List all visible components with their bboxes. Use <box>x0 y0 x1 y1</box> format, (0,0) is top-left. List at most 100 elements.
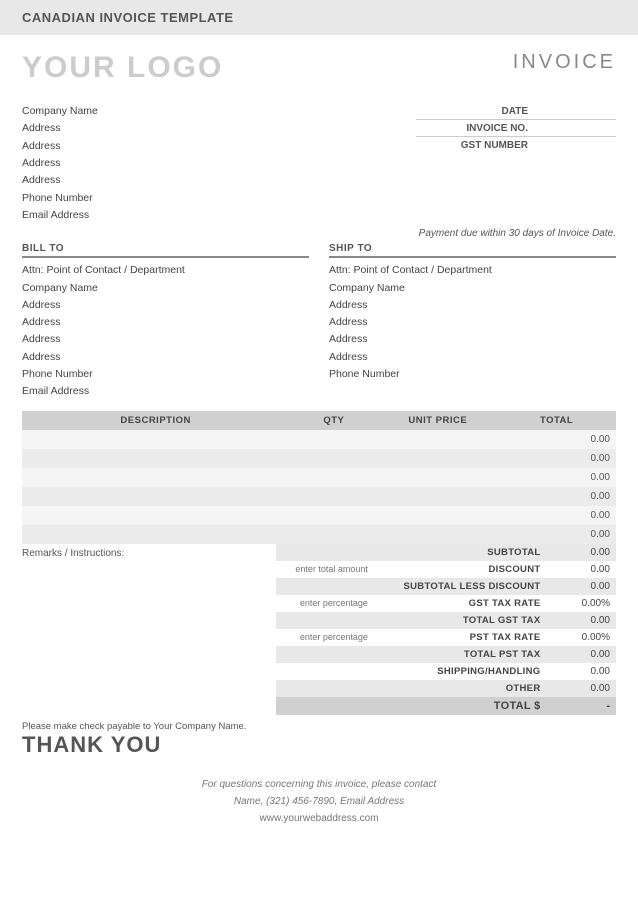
total-pst-tax-label: TOTAL PST TAX <box>374 646 547 663</box>
bill-to-header: BILL TO <box>22 243 309 258</box>
table-row: 0.00 <box>22 430 616 449</box>
footer-contact-info: Name, (321) 456-7890, Email Address <box>22 793 616 810</box>
item-description <box>22 525 289 544</box>
col-unit-price: UNIT PRICE <box>378 411 497 430</box>
table-row: 0.00 <box>22 525 616 544</box>
subtotal-less-discount-value: 0.00 <box>546 578 616 595</box>
col-qty: QTY <box>289 411 378 430</box>
total-gst-tax-hint <box>276 612 374 629</box>
totals-table: SUBTOTAL 0.00 enter total amount DISCOUN… <box>276 544 616 715</box>
item-qty <box>289 430 378 449</box>
bill-to-company: Company Name <box>22 280 309 297</box>
total-final-value: - <box>546 697 616 715</box>
company-name: Company Name <box>22 103 98 120</box>
company-phone: Phone Number <box>22 190 98 207</box>
total-pst-tax-hint <box>276 646 374 663</box>
invoice-page: CANADIAN INVOICE TEMPLATE YOUR LOGO INVO… <box>0 0 638 905</box>
item-total: 0.00 <box>497 449 616 468</box>
subtotal-less-discount-label: SUBTOTAL LESS DISCOUNT <box>374 578 547 595</box>
total-gst-tax-row: TOTAL GST TAX 0.00 <box>276 612 616 629</box>
pst-tax-rate-hint: enter percentage <box>276 629 374 646</box>
bill-to-addr4: Address <box>22 349 309 366</box>
col-total: TOTAL <box>497 411 616 430</box>
bill-to-addr3: Address <box>22 331 309 348</box>
company-address-2: Address <box>22 138 98 155</box>
discount-hint: enter total amount <box>276 561 374 578</box>
other-row: OTHER 0.00 <box>276 680 616 697</box>
bill-to-addr2: Address <box>22 314 309 331</box>
company-info-row: Company Name Address Address Address Add… <box>22 103 616 224</box>
company-address-1: Address <box>22 120 98 137</box>
gst-number-meta: GST NUMBER <box>416 137 616 153</box>
item-qty <box>289 468 378 487</box>
shipping-handling-row: SHIPPING/HANDLING 0.00 <box>276 663 616 680</box>
item-unit-price <box>378 487 497 506</box>
ship-to-addr4: Address <box>329 349 616 366</box>
shipping-handling-value: 0.00 <box>546 663 616 680</box>
item-unit-price <box>378 449 497 468</box>
footer: For questions concerning this invoice, p… <box>22 776 616 827</box>
total-final-row: TOTAL $ - <box>276 697 616 715</box>
discount-value: 0.00 <box>546 561 616 578</box>
date-value <box>536 105 616 117</box>
item-description <box>22 487 289 506</box>
ship-to-addr1: Address <box>329 297 616 314</box>
subtotal-hint <box>276 544 374 561</box>
invoice-meta-block: DATE INVOICE NO. GST NUMBER <box>416 103 616 153</box>
total-final-hint <box>276 697 374 715</box>
remarks-totals-row: Remarks / Instructions: SUBTOTAL 0.00 en… <box>22 544 616 715</box>
company-info: Company Name Address Address Address Add… <box>22 103 98 224</box>
bill-to-attn: Attn: Point of Contact / Department <box>22 262 309 279</box>
ship-to-addr2: Address <box>329 314 616 331</box>
page-title: CANADIAN INVOICE TEMPLATE <box>22 10 234 25</box>
other-hint <box>276 680 374 697</box>
total-pst-tax-row: TOTAL PST TAX 0.00 <box>276 646 616 663</box>
subtotal-value: 0.00 <box>546 544 616 561</box>
table-header-row: DESCRIPTION QTY UNIT PRICE TOTAL <box>22 411 616 430</box>
pst-tax-rate-row: enter percentage PST TAX RATE 0.00% <box>276 629 616 646</box>
invoice-label: INVOICE <box>513 51 616 74</box>
gst-tax-rate-hint: enter percentage <box>276 595 374 612</box>
top-bar: CANADIAN INVOICE TEMPLATE <box>0 0 638 35</box>
gst-tax-rate-row: enter percentage GST TAX RATE 0.00% <box>276 595 616 612</box>
items-table: DESCRIPTION QTY UNIT PRICE TOTAL 0.00 0.… <box>22 411 616 544</box>
item-total: 0.00 <box>497 430 616 449</box>
subtotal-less-discount-hint <box>276 578 374 595</box>
invoice-no-value <box>536 122 616 134</box>
ship-to-header: SHIP TO <box>329 243 616 258</box>
table-row: 0.00 <box>22 487 616 506</box>
shipping-handling-hint <box>276 663 374 680</box>
pst-tax-rate-label: PST TAX RATE <box>374 629 547 646</box>
payment-due: Payment due within 30 days of Invoice Da… <box>22 228 616 239</box>
table-row: 0.00 <box>22 506 616 525</box>
invoice-no-meta: INVOICE NO. <box>416 120 616 137</box>
check-payable-col: Please make check payable to Your Compan… <box>22 721 246 758</box>
footer-website: www.yourwebaddress.com <box>22 810 616 827</box>
bill-to-col: BILL TO Attn: Point of Contact / Departm… <box>22 243 309 401</box>
invoice-no-label: INVOICE NO. <box>466 123 528 134</box>
other-label: OTHER <box>374 680 547 697</box>
table-row: 0.00 <box>22 468 616 487</box>
total-gst-tax-value: 0.00 <box>546 612 616 629</box>
item-qty <box>289 487 378 506</box>
other-value: 0.00 <box>546 680 616 697</box>
item-qty <box>289 525 378 544</box>
ship-to-address: Attn: Point of Contact / Department Comp… <box>329 262 616 383</box>
company-address-4: Address <box>22 172 98 189</box>
discount-label: DISCOUNT <box>374 561 547 578</box>
item-total: 0.00 <box>497 525 616 544</box>
subtotal-label: SUBTOTAL <box>374 544 547 561</box>
company-email: Email Address <box>22 207 98 224</box>
item-description <box>22 468 289 487</box>
item-description <box>22 506 289 525</box>
thank-you-row: Please make check payable to Your Compan… <box>22 719 616 758</box>
ship-to-phone: Phone Number <box>329 366 616 383</box>
check-payable: Please make check payable to Your Compan… <box>22 721 246 732</box>
shipping-handling-label: SHIPPING/HANDLING <box>374 663 547 680</box>
pst-tax-rate-value: 0.00% <box>546 629 616 646</box>
gst-number-label: GST NUMBER <box>461 140 528 151</box>
company-address-3: Address <box>22 155 98 172</box>
bill-to-phone: Phone Number <box>22 366 309 383</box>
total-final-label: TOTAL $ <box>374 697 547 715</box>
item-qty <box>289 449 378 468</box>
